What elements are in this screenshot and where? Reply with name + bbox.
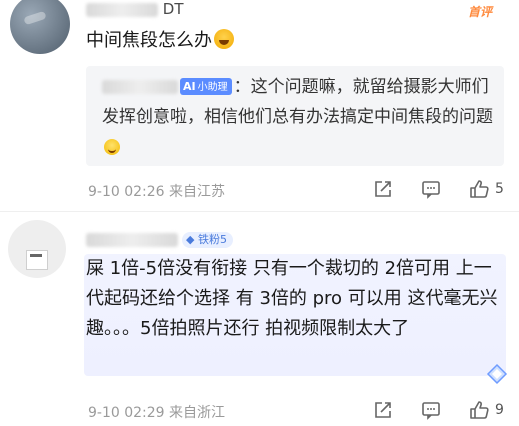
- first-comment-badge: 首评: [468, 5, 493, 19]
- fan-level-badge: ◆ 铁粉5: [182, 231, 233, 248]
- comment-item: ◆ 铁粉5 屎 1倍-5倍没有衔接 只有一个裁切的 2倍可用 上一代起码还给个选…: [0, 212, 519, 426]
- comment-item: DT 首评 中间焦段怎么办 AI 小助理 ：这个问题嘛，就留给摄影大师们发挥创意啦，…: [0, 0, 519, 211]
- comment-actions: 5: [372, 178, 504, 200]
- like-icon[interactable]: [468, 178, 490, 200]
- comment-text: 中间焦段怎么办: [86, 26, 234, 56]
- ai-assistant-badge: AI 小助理: [180, 78, 232, 95]
- ai-reply-text: AI 小助理 ：这个问题嘛，就留给摄影大师们发挥创意啦，相信他们总有办法搞定中间焦段…: [102, 72, 498, 162]
- like-icon[interactable]: [468, 399, 490, 421]
- comment-actions: 9: [372, 399, 504, 421]
- comment-icon[interactable]: [420, 178, 442, 200]
- share-icon[interactable]: [372, 178, 394, 200]
- blurred-username: [102, 80, 178, 94]
- blurred-username: [86, 2, 158, 17]
- ai-reply-box[interactable]: AI 小助理 ：这个问题嘛，就留给摄影大师们发挥创意啦，相信他们总有办法搞定中间焦段…: [86, 66, 504, 166]
- username[interactable]: ◆ 铁粉5: [86, 230, 233, 248]
- diamond-icon: [486, 363, 508, 385]
- blurred-username: [86, 232, 178, 247]
- username[interactable]: DT: [86, 0, 184, 18]
- comment-meta: 9-10 02:29 来自浙江: [88, 405, 226, 421]
- avatar[interactable]: [8, 220, 66, 278]
- share-icon[interactable]: [372, 399, 394, 421]
- comment-icon[interactable]: [420, 399, 442, 421]
- laugh-cry-emoji-icon: [214, 29, 234, 49]
- like-count: 9: [495, 402, 504, 418]
- comment-meta: 9-10 02:26 来自江苏: [88, 184, 226, 200]
- smile-emoji-icon: [104, 139, 120, 155]
- comment-text: 屎 1倍-5倍没有衔接 只有一个裁切的 2倍可用 上一代起码还给个选择 有 3倍…: [86, 258, 498, 339]
- like-count: 5: [495, 181, 504, 197]
- avatar[interactable]: [10, 0, 70, 54]
